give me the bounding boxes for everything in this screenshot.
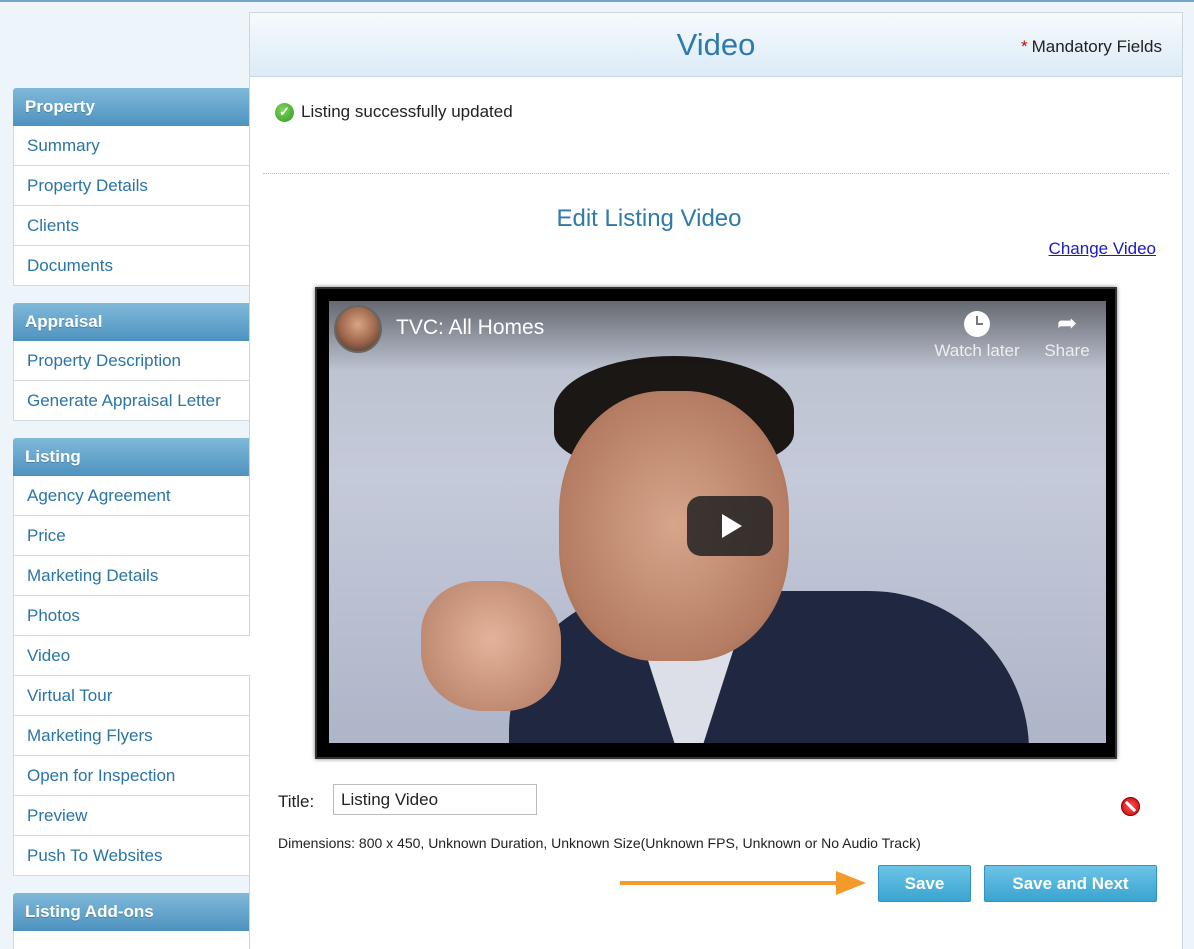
video-thumbnail[interactable]: TVC: All Homes Watch later ➦ Share [329,301,1106,743]
mandatory-label: Mandatory Fields [1031,37,1162,56]
sidebar: Property Summary Property Details Client… [13,88,251,949]
sidebar-header-property: Property [13,88,250,126]
share-label: Share [1044,341,1090,360]
sidebar-item-generate-appraisal-letter[interactable]: Generate Appraisal Letter [13,381,250,421]
sidebar-item-clients[interactable]: Clients [13,206,250,246]
sidebar-item-truncated[interactable] [13,931,250,949]
delete-icon[interactable] [1121,797,1140,816]
main-panel: Video * Mandatory Fields ✓ Listing succes… [249,12,1183,949]
sidebar-header-appraisal: Appraisal [13,303,250,341]
video-frame-person-fist [421,581,561,711]
success-text: Listing successfully updated [301,102,513,121]
watch-later-label: Watch later [934,341,1020,360]
change-video-link[interactable]: Change Video [1049,239,1156,259]
edit-video-heading: Edit Listing Video [556,205,742,232]
save-and-next-button[interactable]: Save and Next [984,865,1157,902]
sidebar-header-listing: Listing [13,438,250,476]
video-title[interactable]: TVC: All Homes [396,316,544,340]
orange-arrow-annotation [620,871,866,895]
sidebar-item-summary[interactable]: Summary [13,126,250,166]
title-label: Title: [278,792,315,811]
sidebar-section-listing-addons: Listing Add-ons [13,893,250,949]
watch-later-button[interactable]: Watch later [927,307,1027,361]
sidebar-item-video[interactable]: Video [13,636,251,676]
success-message: ✓ Listing successfully updated [275,102,513,122]
check-circle-icon: ✓ [275,102,294,122]
divider [263,173,1169,174]
sidebar-item-property-description[interactable]: Property Description [13,341,250,381]
required-star: * [1020,37,1028,56]
sidebar-item-push-to-websites[interactable]: Push To Websites [13,836,250,876]
sidebar-item-photos[interactable]: Photos [13,596,250,636]
mandatory-fields-note: * Mandatory Fields [1021,37,1162,57]
sidebar-section-property: Property Summary Property Details Client… [13,88,250,286]
share-button[interactable]: ➦ Share [1039,307,1095,361]
sidebar-header-listing-addons: Listing Add-ons [13,893,250,931]
video-player[interactable]: TVC: All Homes Watch later ➦ Share [315,287,1117,759]
sidebar-item-marketing-flyers[interactable]: Marketing Flyers [13,716,250,756]
page-header: Video * Mandatory Fields [250,13,1182,77]
channel-avatar[interactable] [334,305,382,353]
sidebar-item-open-for-inspection[interactable]: Open for Inspection [13,756,250,796]
sidebar-section-listing: Listing Agency Agreement Price Marketing… [13,438,251,876]
sidebar-item-agency-agreement[interactable]: Agency Agreement [13,476,250,516]
sidebar-item-preview[interactable]: Preview [13,796,250,836]
sidebar-item-price[interactable]: Price [13,516,250,556]
play-button[interactable] [687,496,773,556]
save-button[interactable]: Save [878,865,971,902]
clock-icon [964,311,990,337]
top-border [0,0,1194,2]
sidebar-item-documents[interactable]: Documents [13,246,250,286]
video-dimensions-info: Dimensions: 800 x 450, Unknown Duration,… [278,835,921,851]
title-input[interactable] [333,784,537,815]
share-arrow-icon: ➦ [1056,310,1078,337]
sidebar-item-marketing-details[interactable]: Marketing Details [13,556,250,596]
sidebar-item-property-details[interactable]: Property Details [13,166,250,206]
sidebar-item-virtual-tour[interactable]: Virtual Tour [13,676,250,716]
sidebar-section-appraisal: Appraisal Property Description Generate … [13,303,250,421]
